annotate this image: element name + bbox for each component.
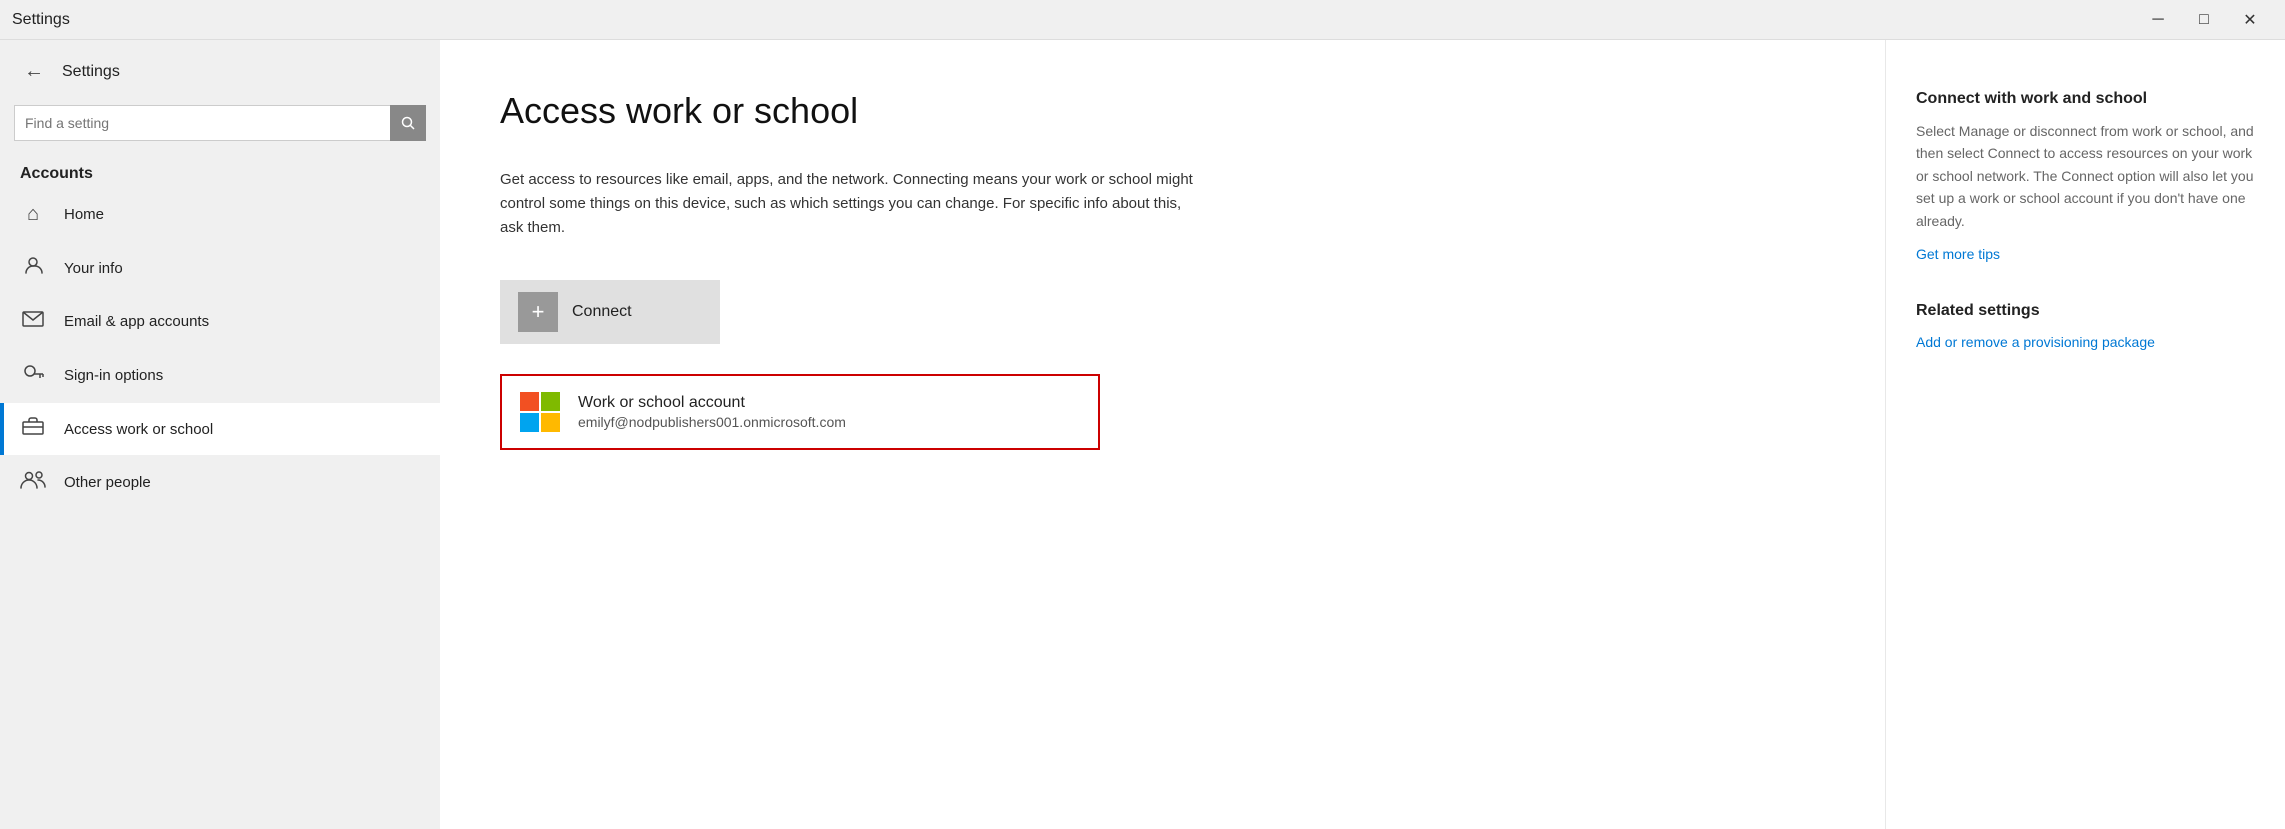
sidebar-item-your-info[interactable]: Your info	[0, 240, 440, 296]
page-description: Get access to resources like email, apps…	[500, 168, 1200, 240]
search-input[interactable]	[14, 105, 426, 141]
sidebar-label-other-people: Other people	[64, 474, 151, 491]
content-area: Access work or school Get access to reso…	[440, 40, 1885, 829]
page-title: Access work or school	[500, 90, 1825, 132]
right-panel: Connect with work and school Select Mana…	[1885, 40, 2285, 829]
sidebar-item-sign-in[interactable]: Sign-in options	[0, 347, 440, 403]
sidebar-item-email-accounts[interactable]: Email & app accounts	[0, 296, 440, 347]
plus-icon: +	[518, 292, 558, 332]
account-card[interactable]: Work or school account emilyf@nodpublish…	[500, 374, 1100, 450]
titlebar-controls: ─ □ ✕	[2135, 4, 2273, 36]
maximize-button[interactable]: □	[2181, 4, 2227, 36]
ms-logo-green	[541, 392, 560, 411]
search-box-container	[14, 105, 426, 141]
person-icon	[20, 254, 46, 282]
back-button[interactable]: ←	[20, 56, 48, 87]
account-info: Work or school account emilyf@nodpublish…	[578, 394, 846, 430]
search-button[interactable]	[390, 105, 426, 141]
titlebar-title: Settings	[12, 11, 70, 29]
people-icon	[20, 469, 46, 495]
ms-logo-yellow	[541, 413, 560, 432]
account-name: Work or school account	[578, 394, 846, 412]
app-body: ← Settings Accounts ⌂ Home	[0, 40, 2285, 829]
sidebar-label-home: Home	[64, 206, 104, 223]
sidebar-section-accounts: Accounts	[0, 155, 440, 189]
ms-logo-red	[520, 392, 539, 411]
sidebar-label-sign-in: Sign-in options	[64, 367, 163, 384]
sidebar-label-access-work: Access work or school	[64, 421, 213, 438]
home-icon: ⌂	[20, 203, 46, 226]
account-email: emilyf@nodpublishers001.onmicrosoft.com	[578, 414, 846, 430]
ms-logo-blue	[520, 413, 539, 432]
connect-section-title: Connect with work and school	[1916, 90, 2255, 108]
titlebar-left: Settings	[12, 11, 70, 29]
search-icon	[401, 116, 415, 130]
sidebar: ← Settings Accounts ⌂ Home	[0, 40, 440, 829]
key-icon	[20, 361, 46, 389]
app-title: Settings	[62, 63, 120, 81]
titlebar: Settings ─ □ ✕	[0, 0, 2285, 40]
related-settings-title: Related settings	[1916, 302, 2255, 320]
sidebar-label-email-accounts: Email & app accounts	[64, 313, 209, 330]
email-icon	[20, 310, 46, 333]
sidebar-item-other-people[interactable]: Other people	[0, 455, 440, 509]
close-button[interactable]: ✕	[2227, 4, 2273, 36]
microsoft-logo	[520, 392, 560, 432]
briefcase-icon	[20, 417, 46, 441]
sidebar-label-your-info: Your info	[64, 260, 123, 277]
connect-button[interactable]: + Connect	[500, 280, 720, 344]
sidebar-item-home[interactable]: ⌂ Home	[0, 189, 440, 240]
get-more-tips-link[interactable]: Get more tips	[1916, 246, 2255, 262]
sidebar-item-access-work[interactable]: Access work or school	[0, 403, 440, 455]
connect-button-label: Connect	[572, 303, 632, 321]
sidebar-header: ← Settings	[0, 40, 440, 99]
connect-section-text: Select Manage or disconnect from work or…	[1916, 120, 2255, 232]
add-remove-provisioning-link[interactable]: Add or remove a provisioning package	[1916, 334, 2155, 350]
minimize-button[interactable]: ─	[2135, 4, 2181, 36]
